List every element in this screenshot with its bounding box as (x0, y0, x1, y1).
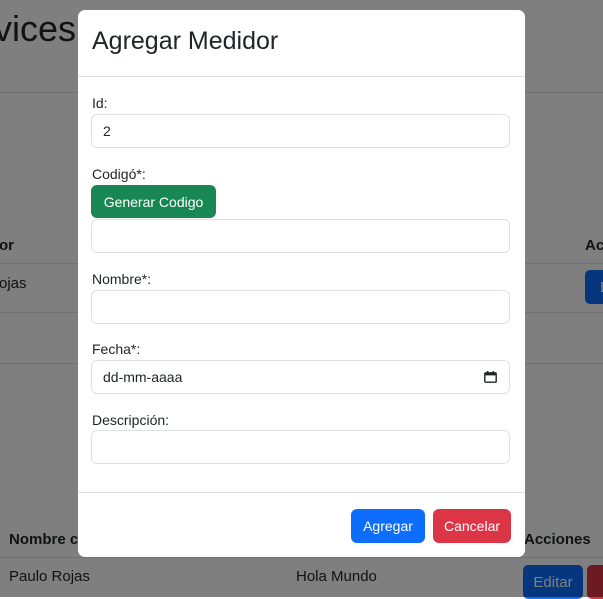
nombre-label: Nombre*: (92, 271, 152, 287)
modal-header: Agregar Medidor (78, 10, 525, 77)
id-field[interactable]: 2 (91, 114, 510, 148)
modal-title: Agregar Medidor (92, 27, 279, 55)
codigo-field[interactable] (91, 219, 510, 253)
fecha-field[interactable]: dd-mm-aaaa (91, 360, 510, 394)
nombre-field[interactable] (91, 290, 510, 324)
calendar-icon[interactable] (484, 371, 497, 383)
fecha-label: Fecha*: (92, 341, 141, 357)
modal-body: Id: 2 Codigó*: Generar Codigo Nombre*: F… (78, 77, 525, 493)
add-meter-modal: Agregar Medidor Id: 2 Codigó*: Generar C… (78, 10, 525, 557)
id-label: Id: (92, 95, 108, 111)
id-value: 2 (103, 123, 111, 139)
fecha-placeholder: dd-mm-aaaa (103, 369, 183, 385)
codigo-label: Codigó*: (92, 166, 146, 182)
descripcion-field[interactable] (91, 430, 510, 464)
modal-footer: Agregar Cancelar (78, 492, 525, 558)
generate-code-button[interactable]: Generar Codigo (91, 185, 216, 218)
descripcion-label: Descripción: (92, 412, 170, 428)
add-button[interactable]: Agregar (351, 509, 425, 543)
cancel-button[interactable]: Cancelar (433, 509, 511, 543)
